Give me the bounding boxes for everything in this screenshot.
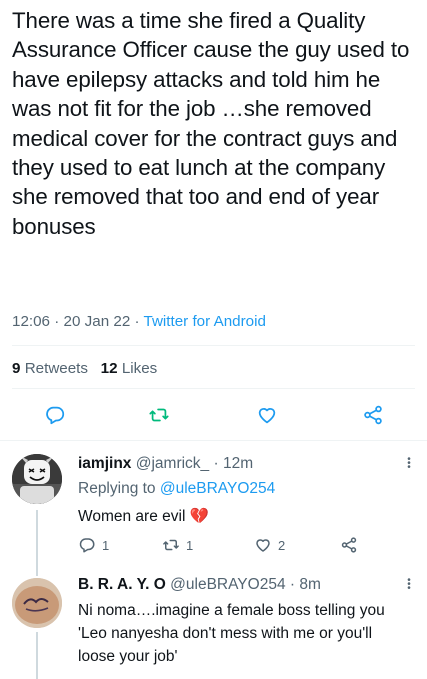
- thread-line: [36, 562, 38, 576]
- reply-time[interactable]: 8m: [299, 576, 321, 593]
- tweet-source-link[interactable]: Twitter for Android: [144, 313, 266, 330]
- replying-prefix: Replying to: [78, 480, 156, 497]
- marshmello-avatar-image: [12, 454, 62, 504]
- retweets-label: Retweets: [24, 360, 88, 377]
- heart-icon: [258, 408, 276, 424]
- divider: [12, 345, 415, 346]
- meta-separator: ·: [134, 313, 140, 330]
- reply-icon: [79, 538, 95, 553]
- retweet-icon: [163, 539, 179, 551]
- heart-icon: [256, 539, 270, 552]
- reply-icon: [46, 406, 65, 425]
- tweet-actions: [0, 400, 427, 432]
- retweets-count: 9: [12, 360, 21, 377]
- tweet-date: 20 Jan 22: [63, 313, 131, 330]
- reply-text: Women are evil 💔: [78, 508, 210, 525]
- reply-time[interactable]: 12m: [223, 455, 253, 472]
- reply-tweet[interactable]: iamjinx @jamrick_ · 12m • • • Replying to …: [0, 440, 427, 566]
- share-icon: [364, 405, 382, 425]
- reply-button[interactable]: 1: [78, 536, 109, 554]
- tweet-time: 12:06: [12, 313, 51, 330]
- replying-to-handle[interactable]: @uleBRAYO254: [160, 480, 275, 497]
- tweet-timestamp[interactable]: 12:06 · 20 Jan 22 · Twitter for Android: [12, 313, 266, 330]
- tattoo-avatar-image: [12, 578, 62, 628]
- share-button[interactable]: [340, 536, 358, 554]
- like-button[interactable]: 2: [254, 536, 285, 554]
- user-name[interactable]: B. R. A. Y. O: [78, 576, 166, 593]
- reply-header: B. R. A. Y. O @uleBRAYO254 · 8m: [78, 576, 321, 594]
- user-handle[interactable]: @uleBRAYO254: [170, 576, 285, 593]
- user-name[interactable]: iamjinx: [78, 455, 131, 472]
- thread-line: [36, 510, 38, 566]
- like-button[interactable]: [256, 404, 280, 428]
- more-icon[interactable]: • • •: [407, 455, 411, 473]
- likes-count: 12: [100, 360, 118, 377]
- likes-stat[interactable]: 12 Likes: [101, 360, 158, 377]
- reply-button[interactable]: [44, 404, 68, 428]
- share-button[interactable]: [362, 404, 386, 428]
- divider: [12, 388, 415, 389]
- meta-separator: ·: [213, 455, 219, 472]
- meta-separator: ·: [54, 313, 60, 330]
- avatar[interactable]: [12, 454, 62, 504]
- retweet-button[interactable]: 1: [162, 536, 193, 554]
- retweet-button[interactable]: [148, 404, 172, 428]
- more-icon[interactable]: • • •: [407, 576, 411, 594]
- tweet-text: There was a time she fired a Quality Ass…: [12, 8, 410, 239]
- avatar[interactable]: [12, 578, 62, 628]
- likes-label: Likes: [121, 360, 158, 377]
- share-icon: [341, 537, 357, 553]
- reply-count: 1: [102, 537, 110, 553]
- retweets-stat[interactable]: 9 Retweets: [12, 360, 88, 377]
- like-count: 2: [278, 537, 286, 553]
- retweet-count: 1: [186, 537, 194, 553]
- user-handle[interactable]: @jamrick_: [136, 455, 209, 472]
- replying-to: Replying to @uleBRAYO254: [78, 480, 275, 498]
- reply-text: Ni noma….imagine a female boss telling y…: [78, 602, 385, 665]
- reply-actions: 1 1 2: [78, 536, 378, 558]
- reply-header: iamjinx @jamrick_ · 12m: [78, 455, 253, 473]
- retweet-icon: [149, 408, 169, 422]
- thread-line: [36, 632, 38, 679]
- reply-tweet[interactable]: B. R. A. Y. O @uleBRAYO254 · 8m • • • Ni n…: [0, 562, 427, 679]
- meta-separator: ·: [289, 576, 296, 593]
- tweet-stats: 9 Retweets 12 Likes: [12, 360, 157, 377]
